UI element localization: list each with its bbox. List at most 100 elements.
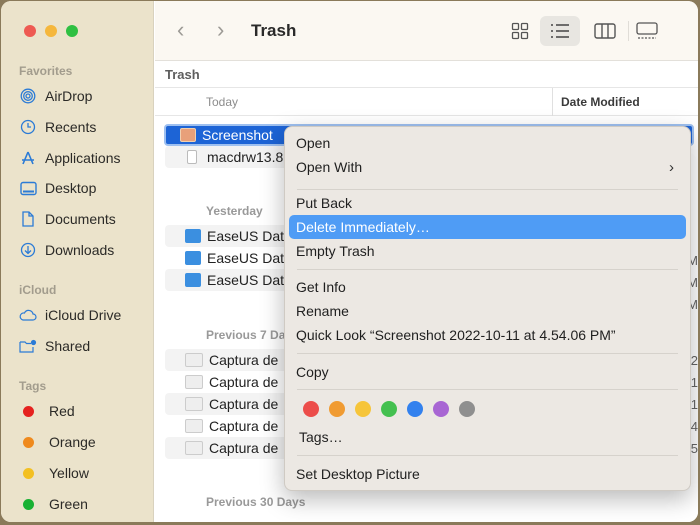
- back-button[interactable]: ‹: [177, 17, 184, 43]
- tag-yellow-button[interactable]: [355, 401, 371, 417]
- sidebar-item-applications[interactable]: Applications: [19, 147, 121, 169]
- date-fragment: 1: [690, 375, 698, 390]
- menu-item-label: Empty Trash: [296, 243, 375, 259]
- menu-item-empty-trash[interactable]: Empty Trash: [289, 239, 686, 263]
- window-title: Trash: [251, 21, 297, 40]
- menu-item-put-back[interactable]: Put Back: [289, 191, 686, 215]
- airdrop-icon: [19, 87, 37, 105]
- gallery-view-button[interactable]: [627, 16, 667, 46]
- app-file-icon: [185, 273, 201, 287]
- desktop-icon: [19, 179, 37, 197]
- sidebar-item-icloud-drive[interactable]: iCloud Drive: [19, 304, 121, 326]
- list-view-button[interactable]: [540, 16, 580, 46]
- orange-tag-icon: [23, 436, 34, 448]
- minimize-button[interactable]: [45, 25, 57, 37]
- sidebar-item-desktop[interactable]: Desktop: [19, 177, 96, 199]
- file-name: Captura de: [209, 418, 279, 434]
- file-name: Captura de: [209, 352, 279, 368]
- toolbar: ‹ › Trash: [155, 1, 698, 61]
- sidebar-item-label: AirDrop: [45, 88, 93, 104]
- tag-gray-button[interactable]: [459, 401, 475, 417]
- screenshot-file-icon: [185, 419, 203, 433]
- menu-item-label: Put Back: [296, 195, 353, 211]
- menu-separator: [297, 189, 678, 190]
- columns-icon: [594, 23, 616, 39]
- sidebar-item-label: Applications: [45, 150, 121, 166]
- sidebar-item-recents[interactable]: Recents: [19, 116, 96, 138]
- menu-item-label: Rename: [296, 303, 349, 319]
- tags-label: Tags: [19, 379, 47, 393]
- image-file-icon: [180, 128, 196, 142]
- column-view-button[interactable]: [585, 16, 625, 46]
- sidebar-item-downloads[interactable]: Downloads: [19, 239, 114, 261]
- red-tag-icon: [23, 405, 34, 417]
- sidebar-item-label: Downloads: [45, 242, 115, 258]
- menu-item-label: Tags…: [299, 429, 343, 445]
- tag-blue-button[interactable]: [407, 401, 423, 417]
- menu-item-open-with[interactable]: Open With ›: [289, 155, 686, 179]
- menu-item-label: Copy: [296, 364, 329, 380]
- green-tag-icon: [23, 498, 34, 510]
- file-name: Captura de: [209, 374, 279, 390]
- tag-purple-button[interactable]: [433, 401, 449, 417]
- sidebar-item-label: Yellow: [49, 465, 89, 481]
- window-controls: [24, 25, 78, 37]
- download-icon: [19, 241, 37, 259]
- menu-separator: [297, 389, 678, 390]
- clock-icon: [19, 118, 37, 136]
- cloud-icon: [19, 306, 37, 324]
- file-name: macdrw13.8: [207, 149, 284, 165]
- chevron-right-icon: ›: [669, 158, 674, 176]
- file-name: EaseUS Dat: [207, 228, 285, 244]
- group-header-previous-7-days: Previous 7 Da: [206, 328, 286, 342]
- screenshot-file-icon: [185, 441, 203, 455]
- menu-item-open[interactable]: Open: [289, 131, 686, 155]
- icon-view-button[interactable]: [500, 16, 540, 46]
- menu-item-set-desktop-picture[interactable]: Set Desktop Picture: [289, 462, 686, 486]
- menu-item-tags[interactable]: Tags…: [289, 425, 686, 449]
- menu-separator: [297, 455, 678, 456]
- sidebar-item-documents[interactable]: Documents: [19, 208, 116, 230]
- list-icon: [551, 24, 569, 38]
- group-header-today: Today: [206, 95, 239, 109]
- sidebar-item-label: Orange: [49, 434, 96, 450]
- sidebar-item-shared[interactable]: Shared: [19, 335, 90, 357]
- close-button[interactable]: [24, 25, 36, 37]
- menu-separator: [297, 269, 678, 270]
- menu-item-label: Open With: [296, 159, 363, 175]
- file-name: Captura de: [209, 440, 279, 456]
- screenshot-file-icon: [185, 397, 203, 411]
- sidebar-item-airdrop[interactable]: AirDrop: [19, 85, 92, 107]
- gallery-icon: [636, 22, 658, 39]
- tag-green-button[interactable]: [381, 401, 397, 417]
- sidebar-tag-red[interactable]: Red: [19, 400, 75, 422]
- file-name: Screenshot: [202, 127, 273, 143]
- sidebar-tag-orange[interactable]: Orange: [19, 431, 96, 453]
- zoom-button[interactable]: [66, 25, 78, 37]
- generic-file-icon: [187, 150, 197, 164]
- forward-button[interactable]: ›: [217, 17, 224, 43]
- path-bar: Trash: [155, 62, 698, 88]
- icloud-label: iCloud: [19, 283, 57, 297]
- date-fragment: 4: [690, 419, 698, 434]
- menu-item-rename[interactable]: Rename: [289, 299, 686, 323]
- menu-item-label: Open: [296, 135, 331, 151]
- sidebar-item-label: Green: [49, 496, 88, 512]
- menu-item-label: Get Info: [296, 279, 346, 295]
- date-fragment: 5: [690, 441, 698, 456]
- column-date-modified[interactable]: Date Modified: [552, 88, 640, 116]
- menu-item-quick-look[interactable]: Quick Look “Screenshot 2022-10-11 at 4.5…: [289, 323, 686, 347]
- menu-item-label: Quick Look “Screenshot 2022-10-11 at 4.5…: [296, 327, 616, 343]
- menu-item-get-info[interactable]: Get Info: [289, 275, 686, 299]
- menu-item-delete-immediately[interactable]: Delete Immediately…: [289, 215, 686, 239]
- sidebar-tag-green[interactable]: Green: [19, 493, 88, 515]
- tag-red-button[interactable]: [303, 401, 319, 417]
- file-name: EaseUS Dat: [207, 272, 285, 288]
- shared-folder-icon: [19, 337, 37, 355]
- menu-item-label: Set Desktop Picture: [296, 466, 420, 482]
- file-name: EaseUS Dat: [207, 250, 285, 266]
- sidebar-tag-yellow[interactable]: Yellow: [19, 462, 89, 484]
- tag-orange-button[interactable]: [329, 401, 345, 417]
- menu-item-copy[interactable]: Copy: [289, 360, 686, 384]
- app-file-icon: [185, 251, 201, 265]
